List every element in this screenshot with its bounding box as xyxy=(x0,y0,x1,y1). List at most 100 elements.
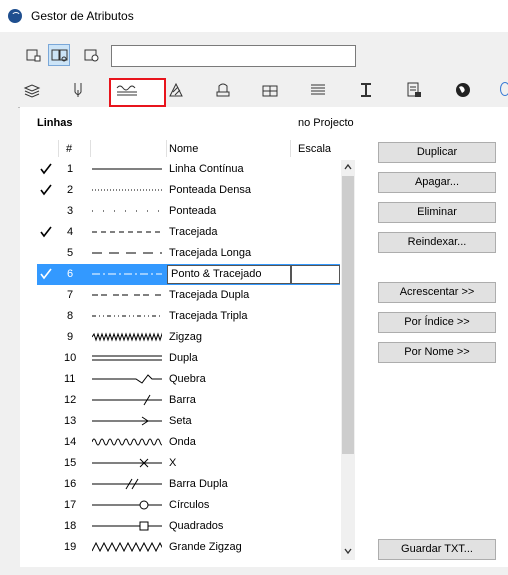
list-row[interactable]: 10 Dupla xyxy=(37,348,340,369)
tab-composites[interactable] xyxy=(213,80,235,102)
preview-view-button[interactable] xyxy=(80,44,102,66)
compare-view-button[interactable] xyxy=(48,44,70,66)
dash-line-preview xyxy=(92,231,162,233)
row-name: Zigzag xyxy=(169,331,203,343)
list-row[interactable]: 18 Quadrados xyxy=(37,516,340,537)
scroll-down-button[interactable] xyxy=(341,544,355,558)
tab-operation-profiles[interactable] xyxy=(404,80,426,102)
tab-fills[interactable] xyxy=(166,80,188,102)
row-name: Ponteada Densa xyxy=(169,184,251,196)
chevron-down-icon xyxy=(344,548,352,555)
list-row[interactable]: 6 Ponto & Tracejado xyxy=(37,264,340,285)
row-name: Ponto & Tracejado xyxy=(171,268,262,280)
dash-dot-line-preview xyxy=(92,273,162,275)
list-row[interactable]: 4 Tracejada xyxy=(37,222,340,243)
checkmark-icon xyxy=(40,268,52,280)
chevron-up-icon xyxy=(344,163,352,170)
delete-button[interactable]: Eliminar xyxy=(378,202,496,223)
row-name: Barra Dupla xyxy=(169,478,228,490)
row-number: 16 xyxy=(64,478,77,490)
tab-line-types[interactable] xyxy=(115,80,137,102)
list-row[interactable]: 12 Barra xyxy=(37,390,340,411)
circle-line-preview xyxy=(92,500,162,510)
single-view-button[interactable] xyxy=(22,44,44,66)
row-name: Linha Contínua xyxy=(169,163,244,175)
tab-zones[interactable] xyxy=(356,80,378,102)
row-number: 2 xyxy=(67,184,74,196)
building-material-icon xyxy=(262,85,278,97)
square-line-preview xyxy=(92,521,162,531)
reindex-button[interactable]: Reindexar... xyxy=(378,232,496,253)
column-header-scale[interactable]: Escala xyxy=(298,143,331,155)
line-type-icon xyxy=(116,85,137,96)
tab-pens[interactable] xyxy=(68,80,90,102)
row-number: 13 xyxy=(64,415,77,427)
list-row[interactable]: 7 Tracejada Dupla xyxy=(37,285,340,306)
zone-icon xyxy=(361,83,371,97)
solid-line-preview xyxy=(92,168,162,170)
row-number: 4 xyxy=(67,226,74,238)
row-scale-edit-field[interactable] xyxy=(291,265,340,284)
fill-icon xyxy=(169,82,183,97)
row-name: Quebra xyxy=(169,373,206,385)
row-number: 11 xyxy=(64,373,76,385)
scrollbar-thumb[interactable] xyxy=(342,176,354,454)
layers-icon xyxy=(23,84,41,98)
list-row[interactable]: 1 Linha Contínua xyxy=(37,159,340,180)
row-name: Tracejada Longa xyxy=(169,247,252,259)
row-name: Dupla xyxy=(169,352,198,364)
row-number: 6 xyxy=(67,268,74,280)
row-name-edit-field[interactable]: Ponto & Tracejado xyxy=(167,265,291,284)
list-row[interactable]: 16 Barra Dupla xyxy=(37,474,340,495)
list-row[interactable]: 17 Círculos xyxy=(37,495,340,516)
list-row[interactable]: 11 Quebra xyxy=(37,369,340,390)
row-number: 15 xyxy=(64,457,77,469)
row-number: 8 xyxy=(67,310,74,322)
list-row[interactable]: 15 X xyxy=(37,453,340,474)
big-zigzag-line-preview xyxy=(92,541,162,553)
header-divider xyxy=(90,140,91,157)
by-name-button[interactable]: Por Nome >> xyxy=(378,342,496,363)
tab-profiles[interactable] xyxy=(308,80,330,102)
arrow-line-preview xyxy=(92,416,162,426)
tab-more-icon[interactable] xyxy=(500,82,508,96)
tab-building-materials[interactable] xyxy=(260,80,282,102)
tab-surfaces[interactable] xyxy=(453,80,475,102)
globe-icon xyxy=(456,83,470,97)
wave-line-preview xyxy=(92,438,162,446)
pen-icon xyxy=(74,83,82,97)
profile-icon xyxy=(311,84,325,95)
checkmark-icon xyxy=(40,226,52,238)
list-row[interactable]: 13 Seta xyxy=(37,411,340,432)
list-row[interactable]: 14 Onda xyxy=(37,432,340,453)
scroll-up-button[interactable] xyxy=(341,160,355,174)
row-number: 12 xyxy=(64,394,77,406)
row-number: 18 xyxy=(64,520,77,532)
row-name: Tracejada xyxy=(169,226,218,238)
row-name: Círculos xyxy=(169,499,210,511)
save-txt-button[interactable]: Guardar TXT... xyxy=(378,539,496,560)
row-number: 7 xyxy=(67,289,74,301)
dot-line-preview xyxy=(92,210,162,212)
list-row[interactable]: 9 Zigzag xyxy=(37,327,340,348)
search-input[interactable] xyxy=(111,45,356,67)
column-header-name[interactable]: Nome xyxy=(169,143,198,155)
row-number: 14 xyxy=(64,436,77,448)
dense-dot-line-preview xyxy=(92,189,162,191)
preview-view-icon xyxy=(84,49,99,62)
by-index-button[interactable]: Por Índice >> xyxy=(378,312,496,333)
list-row[interactable]: 3 Ponteada xyxy=(37,201,340,222)
column-header-number[interactable]: # xyxy=(66,143,72,155)
duplicate-button[interactable]: Duplicar xyxy=(378,142,496,163)
dash-double-line-preview xyxy=(92,294,162,296)
clear-button[interactable]: Apagar... xyxy=(378,172,496,193)
append-button[interactable]: Acrescentar >> xyxy=(378,282,496,303)
scope-label: no Projecto xyxy=(298,117,354,129)
list-row[interactable]: 2 Ponteada Densa xyxy=(37,180,340,201)
tab-layers[interactable] xyxy=(22,80,44,102)
list-row[interactable]: 19 Grande Zigzag xyxy=(37,537,340,558)
header-divider xyxy=(166,140,167,157)
header-divider xyxy=(58,140,59,157)
list-row[interactable]: 5 Tracejada Longa xyxy=(37,243,340,264)
list-row[interactable]: 8 Tracejada Tripla xyxy=(37,306,340,327)
